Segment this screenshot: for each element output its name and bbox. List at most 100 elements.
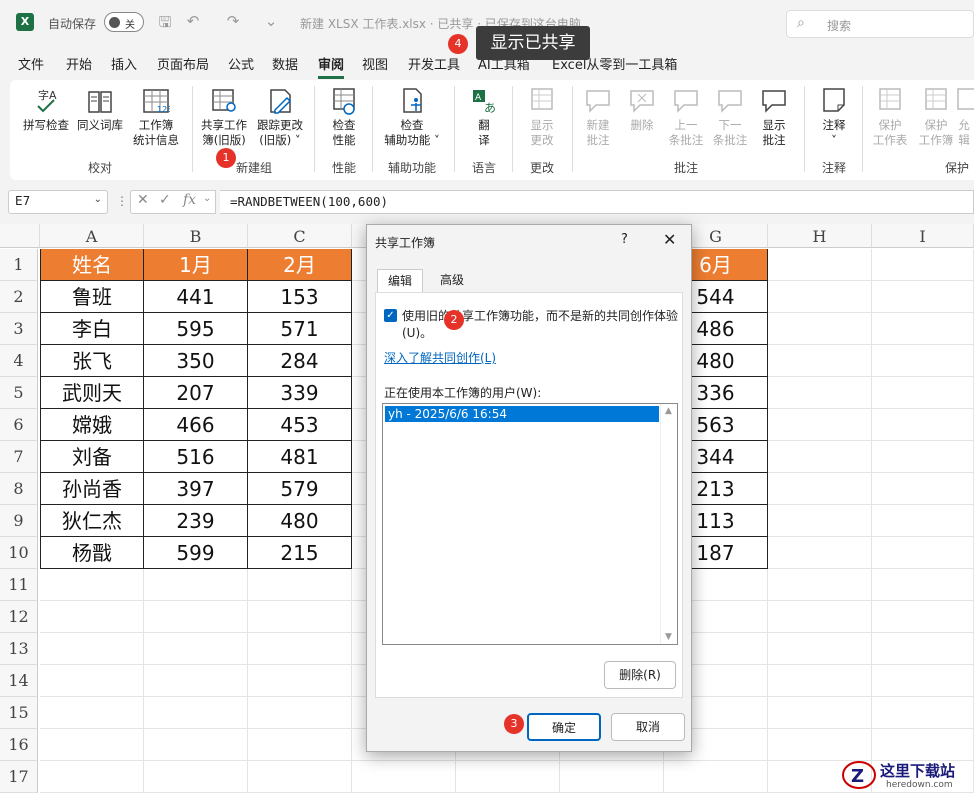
empty-cell[interactable] [768,505,872,537]
empty-cell[interactable] [144,665,248,697]
chevron-down-icon[interactable]: ⌄ [203,193,211,204]
row-header[interactable]: 7 [0,441,38,473]
empty-cell[interactable] [768,249,872,281]
empty-cell[interactable] [872,313,974,345]
check-performance-button[interactable]: 检查 性能 [316,86,372,148]
tab-editing[interactable]: 编辑 [377,269,423,293]
empty-cell[interactable] [768,441,872,473]
table-cell[interactable]: 350 [144,345,248,377]
table-cell[interactable]: 481 [248,441,352,473]
column-header-i[interactable]: I [872,224,974,248]
table-cell[interactable]: 599 [144,537,248,569]
show-changes-button[interactable]: 显示 更改 [514,86,570,148]
table-cell[interactable]: 466 [144,409,248,441]
empty-cell[interactable] [872,377,974,409]
tab-data[interactable]: 数据 [272,54,298,73]
empty-cell[interactable] [872,281,974,313]
table-cell[interactable]: 李白 [40,313,144,345]
empty-cell[interactable] [248,601,352,633]
table-cell[interactable]: 595 [144,313,248,345]
empty-cell[interactable] [456,761,560,793]
empty-cell[interactable] [40,729,144,761]
empty-cell[interactable] [248,665,352,697]
empty-cell[interactable] [144,761,248,793]
table-cell[interactable]: 嫦娥 [40,409,144,441]
tab-file[interactable]: 文件 [18,54,44,73]
insert-function-icon[interactable]: fx [183,192,196,208]
row-header[interactable]: 4 [0,345,38,377]
tab-insert[interactable]: 插入 [111,54,137,73]
empty-cell[interactable] [872,665,974,697]
empty-cell[interactable] [248,761,352,793]
tab-developer[interactable]: 开发工具 [408,54,460,73]
spell-check-button[interactable]: 字A 拼写检查 [18,86,74,133]
customize-quick-access-icon[interactable]: ⌄ [262,12,280,32]
row-header[interactable]: 6 [0,409,38,441]
tab-home[interactable]: 开始 [66,54,92,73]
row-header[interactable]: 1 [0,249,38,281]
empty-cell[interactable] [40,633,144,665]
empty-cell[interactable] [768,697,872,729]
row-header[interactable]: 11 [0,569,38,601]
workbook-statistics-button[interactable]: 123 工作簿 统计信息 [128,86,184,148]
table-cell[interactable]: 516 [144,441,248,473]
table-cell[interactable]: 215 [248,537,352,569]
empty-cell[interactable] [248,633,352,665]
empty-cell[interactable] [872,537,974,569]
empty-cell[interactable] [768,601,872,633]
table-cell[interactable]: 张飞 [40,345,144,377]
table-cell[interactable]: 453 [248,409,352,441]
empty-cell[interactable] [144,569,248,601]
column-header-a[interactable]: A [40,224,144,248]
more-options-icon[interactable]: ⋮ [116,194,128,208]
table-cell[interactable]: 孙尚香 [40,473,144,505]
table-header-cell[interactable]: 2月 [248,249,352,281]
empty-cell[interactable] [40,601,144,633]
scrollbar[interactable]: ▲ ▼ [660,404,677,644]
table-cell[interactable]: 武则天 [40,377,144,409]
select-all-corner[interactable] [0,224,40,248]
row-header[interactable]: 16 [0,729,38,761]
table-cell[interactable]: 397 [144,473,248,505]
table-cell[interactable]: 239 [144,505,248,537]
tab-page-layout[interactable]: 页面布局 [157,54,209,73]
row-header[interactable]: 14 [0,665,38,697]
empty-cell[interactable] [768,281,872,313]
table-cell[interactable]: 441 [144,281,248,313]
empty-cell[interactable] [352,761,456,793]
remove-user-button[interactable]: 删除(R) [604,661,676,689]
empty-cell[interactable] [872,505,974,537]
empty-cell[interactable] [248,729,352,761]
table-cell[interactable]: 鲁班 [40,281,144,313]
row-header[interactable]: 10 [0,537,38,569]
empty-cell[interactable] [872,441,974,473]
empty-cell[interactable] [144,729,248,761]
table-cell[interactable]: 207 [144,377,248,409]
table-cell[interactable]: 284 [248,345,352,377]
empty-cell[interactable] [768,313,872,345]
row-header[interactable]: 12 [0,601,38,633]
redo-icon[interactable]: ↷ [224,12,242,32]
table-cell[interactable]: 571 [248,313,352,345]
empty-cell[interactable] [768,377,872,409]
share-workbook-legacy-button[interactable]: 共享工作 簿(旧版) [196,86,252,148]
empty-cell[interactable] [248,569,352,601]
tab-review[interactable]: 审阅 [318,54,345,79]
track-changes-button[interactable]: 跟踪更改 (旧版) ˅ [252,86,308,148]
ok-button[interactable]: 确定 [527,713,601,741]
table-cell[interactable]: 579 [248,473,352,505]
column-header-b[interactable]: B [144,224,248,248]
column-header-h[interactable]: H [768,224,872,248]
cancel-button[interactable]: 取消 [611,713,685,741]
table-header-cell[interactable]: 姓名 [40,249,144,281]
tab-formulas[interactable]: 公式 [228,54,254,73]
table-cell[interactable]: 狄仁杰 [40,505,144,537]
empty-cell[interactable] [40,569,144,601]
chevron-down-icon[interactable]: ⌄ [94,194,102,205]
close-icon[interactable]: ✕ [663,230,676,249]
scroll-up-icon[interactable]: ▲ [665,406,672,416]
undo-icon[interactable]: ↶ [184,12,202,32]
empty-cell[interactable] [872,249,974,281]
allow-edit-ranges-button[interactable]: 允辑 [954,86,974,148]
tab-view[interactable]: 视图 [362,54,388,73]
